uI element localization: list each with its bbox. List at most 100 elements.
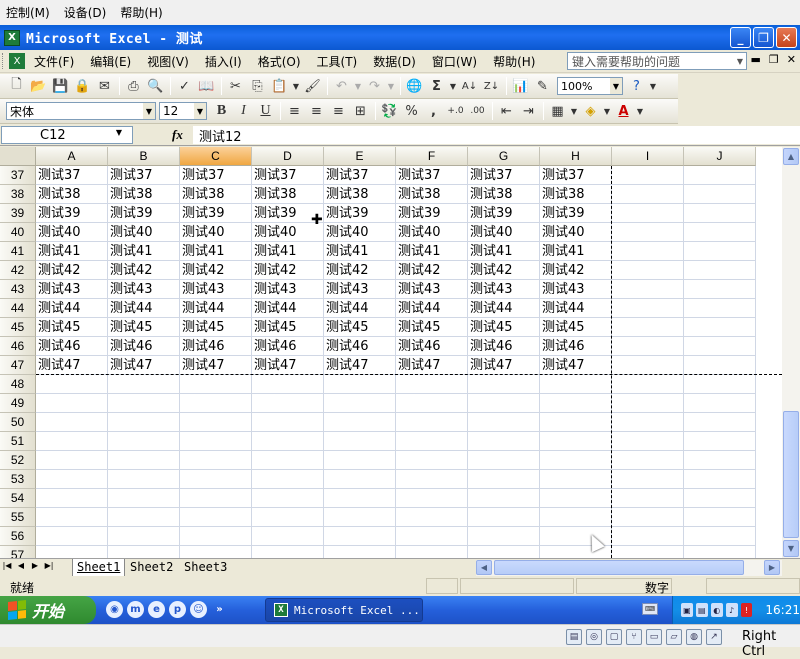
- hyperlink-icon[interactable]: 🌐: [404, 76, 425, 97]
- cell-f41[interactable]: 测试41: [396, 242, 468, 261]
- cell-g38[interactable]: 测试38: [468, 185, 540, 204]
- borders-dropdown-icon[interactable]: ▼: [569, 101, 579, 122]
- cell-h52[interactable]: [540, 451, 612, 470]
- cell-c42[interactable]: 测试42: [180, 261, 252, 280]
- cell-g45[interactable]: 测试45: [468, 318, 540, 337]
- row-header-52[interactable]: 52: [0, 451, 36, 470]
- cell-e38[interactable]: 测试38: [324, 185, 396, 204]
- cell-h53[interactable]: [540, 470, 612, 489]
- cell-d49[interactable]: [252, 394, 324, 413]
- cell-j46[interactable]: [684, 337, 756, 356]
- bold-button[interactable]: B: [211, 101, 232, 122]
- cell-f38[interactable]: 测试38: [396, 185, 468, 204]
- cell-f52[interactable]: [396, 451, 468, 470]
- host-menu-devices[interactable]: 设备(D): [64, 4, 107, 21]
- row-header-48[interactable]: 48: [0, 375, 36, 394]
- cell-e52[interactable]: [324, 451, 396, 470]
- quicklaunch-more-icon[interactable]: »: [211, 601, 228, 618]
- scroll-up-icon[interactable]: ▲: [783, 148, 799, 165]
- column-header-c[interactable]: C: [180, 147, 252, 166]
- quicklaunch-messenger-icon[interactable]: m: [127, 601, 144, 618]
- chart-wizard-icon[interactable]: 📊: [510, 76, 531, 97]
- cell-h46[interactable]: 测试46: [540, 337, 612, 356]
- cell-h40[interactable]: 测试40: [540, 223, 612, 242]
- cell-b40[interactable]: 测试40: [108, 223, 180, 242]
- percent-button[interactable]: %: [401, 101, 422, 122]
- cell-b38[interactable]: 测试38: [108, 185, 180, 204]
- cell-a49[interactable]: [36, 394, 108, 413]
- cell-h49[interactable]: [540, 394, 612, 413]
- cell-c57[interactable]: [180, 546, 252, 558]
- save-icon[interactable]: 💾: [50, 76, 71, 97]
- cell-h39[interactable]: 测试39: [540, 204, 612, 223]
- cell-i55[interactable]: [612, 508, 684, 527]
- decrease-decimal-icon[interactable]: .00: [467, 101, 488, 122]
- paste-icon[interactable]: 📋: [269, 76, 290, 97]
- copy-icon[interactable]: ⎘: [247, 76, 268, 97]
- close-button[interactable]: ✕: [776, 27, 797, 48]
- increase-indent-icon[interactable]: ⇥: [518, 101, 539, 122]
- cell-e57[interactable]: [324, 546, 396, 558]
- clock[interactable]: 16:21: [765, 603, 800, 617]
- cell-b48[interactable]: [108, 375, 180, 394]
- merge-center-icon[interactable]: ⊞: [350, 101, 371, 122]
- taskbar-excel-button[interactable]: X Microsoft Excel ...: [265, 598, 423, 622]
- cell-f53[interactable]: [396, 470, 468, 489]
- cell-b41[interactable]: 测试41: [108, 242, 180, 261]
- menu-file[interactable]: 文件(F): [26, 53, 82, 70]
- permission-icon[interactable]: 🔒: [72, 76, 93, 97]
- quicklaunch-chat-icon[interactable]: ☺: [190, 601, 207, 618]
- cell-a45[interactable]: 测试45: [36, 318, 108, 337]
- menu-view[interactable]: 视图(V): [139, 53, 197, 70]
- cell-e47[interactable]: 测试47: [324, 356, 396, 375]
- cell-i37[interactable]: [612, 166, 684, 185]
- cell-e56[interactable]: [324, 527, 396, 546]
- tab-sheet2[interactable]: Sheet2: [126, 559, 177, 576]
- cell-e51[interactable]: [324, 432, 396, 451]
- cell-j47[interactable]: [684, 356, 756, 375]
- cell-b51[interactable]: [108, 432, 180, 451]
- cell-a38[interactable]: 测试38: [36, 185, 108, 204]
- row-header-37[interactable]: 37: [0, 166, 36, 185]
- vertical-scroll-thumb[interactable]: [783, 411, 799, 538]
- cell-d47[interactable]: 测试47: [252, 356, 324, 375]
- autosum-dropdown-icon[interactable]: ▼: [448, 76, 458, 97]
- paste-dropdown-icon[interactable]: ▼: [291, 76, 301, 97]
- cell-b37[interactable]: 测试37: [108, 166, 180, 185]
- cell-j41[interactable]: [684, 242, 756, 261]
- cell-i48[interactable]: [612, 375, 684, 394]
- cell-g56[interactable]: [468, 527, 540, 546]
- cell-j44[interactable]: [684, 299, 756, 318]
- row-header-43[interactable]: 43: [0, 280, 36, 299]
- cell-h55[interactable]: [540, 508, 612, 527]
- column-header-a[interactable]: A: [36, 147, 108, 166]
- column-header-f[interactable]: F: [396, 147, 468, 166]
- cell-f54[interactable]: [396, 489, 468, 508]
- cell-b53[interactable]: [108, 470, 180, 489]
- cell-i46[interactable]: [612, 337, 684, 356]
- row-header-50[interactable]: 50: [0, 413, 36, 432]
- excel-doc-icon[interactable]: X: [9, 53, 25, 69]
- underline-button[interactable]: U: [255, 101, 276, 122]
- currency-icon[interactable]: 💱: [379, 101, 400, 122]
- cell-d46[interactable]: 测试46: [252, 337, 324, 356]
- network-icon[interactable]: ◍: [686, 629, 702, 645]
- format-painter-icon[interactable]: 🖌: [302, 76, 323, 97]
- cell-i45[interactable]: [612, 318, 684, 337]
- sort-desc-icon[interactable]: Z↓: [481, 76, 502, 97]
- cell-e40[interactable]: 测试40: [324, 223, 396, 242]
- cell-f40[interactable]: 测试40: [396, 223, 468, 242]
- cell-i57[interactable]: [612, 546, 684, 558]
- cell-c48[interactable]: [180, 375, 252, 394]
- chevron-down-icon[interactable]: ▼: [734, 53, 746, 69]
- cell-a56[interactable]: [36, 527, 108, 546]
- host-menu-help[interactable]: 帮助(H): [120, 4, 162, 21]
- spelling-icon[interactable]: ✓: [174, 76, 195, 97]
- cell-f44[interactable]: 测试44: [396, 299, 468, 318]
- cell-c46[interactable]: 测试46: [180, 337, 252, 356]
- start-button[interactable]: 开始: [0, 596, 96, 624]
- undo-icon[interactable]: ↶: [331, 76, 352, 97]
- cell-a51[interactable]: [36, 432, 108, 451]
- cell-a41[interactable]: 测试41: [36, 242, 108, 261]
- column-header-i[interactable]: I: [612, 147, 684, 166]
